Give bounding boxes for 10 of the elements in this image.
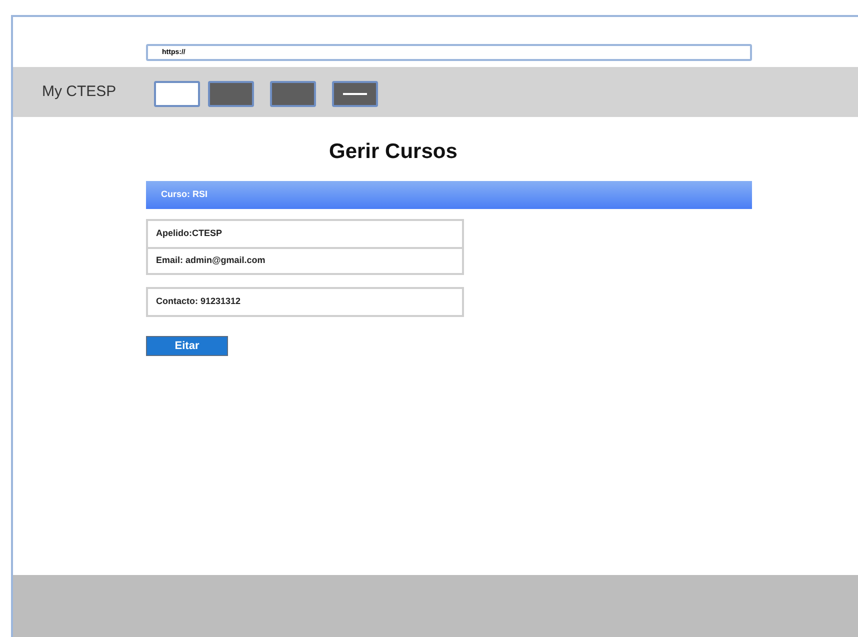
edit-button[interactable]: Eitar <box>146 336 228 356</box>
nav-tab[interactable] <box>332 81 378 107</box>
info-row: Email: admin@gmail.com <box>148 247 462 273</box>
info-row-text: Apelido:CTESP <box>155 227 224 240</box>
nav-tab[interactable] <box>154 81 200 107</box>
dash-icon <box>343 93 367 95</box>
brand: My CTESP <box>42 82 118 102</box>
info-row-text: Contacto: 91231312 <box>155 295 242 308</box>
course-label: Curso: RSI <box>161 188 208 202</box>
page-title: Gerir Cursos <box>329 139 458 165</box>
